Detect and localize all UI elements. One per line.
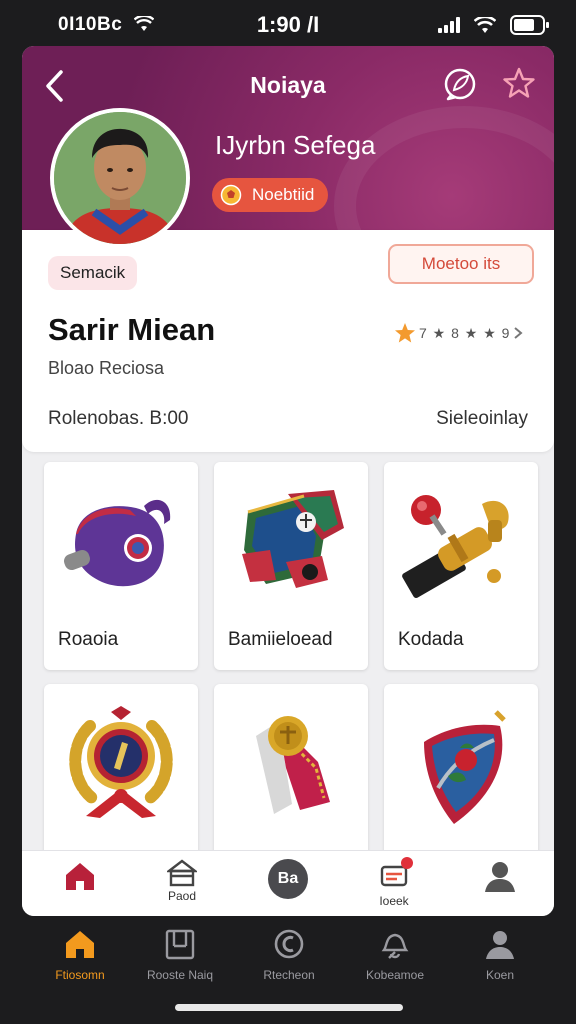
home-icon: [66, 931, 94, 958]
player-badge[interactable]: Noebtiid: [212, 178, 329, 212]
banner-icon: [242, 490, 344, 588]
nav-home[interactable]: Ftiosomn: [30, 928, 130, 988]
chat-leaf-icon: [444, 68, 476, 101]
home-indicator[interactable]: [175, 1004, 403, 1011]
wifi-icon: [474, 16, 496, 33]
battery-icon: [510, 15, 549, 35]
nav-label: Koen: [485, 968, 515, 982]
app-card: Noiaya IJyrbn Sefega Noebtiid Semacik Mo…: [22, 46, 554, 916]
inner-tab-bar: Paod Ba Ioeek: [22, 850, 554, 916]
shield-icon: [424, 710, 506, 824]
nav-label: Rtecheon: [263, 968, 315, 982]
inner-tab-home[interactable]: [40, 859, 120, 913]
grid-icon: [165, 929, 195, 960]
chat-button[interactable]: [442, 66, 478, 102]
grid-item-label: Bamiieloead: [228, 629, 333, 650]
item-info: Semacik Moetoo its Sarir Miean 7 ★ 8 ★ ★…: [22, 230, 554, 452]
center-icon: Ba: [268, 859, 308, 899]
bag-icon: [64, 499, 171, 587]
inner-tab-label: Ba: [277, 870, 299, 887]
nav-label: Kobeamoe: [365, 968, 425, 982]
inbox-icon-wrap: [379, 857, 413, 892]
nav-person[interactable]: Koen: [450, 928, 550, 988]
item-meta: Rolenobas. B:00: [48, 408, 189, 429]
grid-item-bag[interactable]: Roaoia: [44, 462, 198, 670]
person-icon: [486, 931, 514, 959]
item-title: Sarir Miean: [48, 312, 216, 347]
store-icon: [167, 859, 197, 887]
inner-tab-profile[interactable]: [460, 859, 540, 913]
item-status: Sieleoinlay: [436, 408, 528, 429]
nav-grid[interactable]: Rooste Naiq: [130, 928, 230, 988]
profile-icon: [485, 862, 515, 892]
inner-tab-label: Ioeek: [379, 894, 409, 908]
nav-rocket[interactable]: Rtecheon: [239, 928, 339, 988]
grid-item-label: Kodada: [398, 629, 464, 650]
nav-bell[interactable]: Kobeamoe: [345, 928, 445, 988]
player-name: IJyrbn Sefega: [215, 130, 376, 160]
nav-label: Ftiosomn: [55, 968, 105, 982]
player-avatar[interactable]: [50, 108, 190, 248]
signal-icon: [438, 17, 460, 33]
grid-item-label: Roaoia: [58, 629, 119, 650]
chevron-right-icon: [514, 327, 524, 339]
inner-tab-label: Paod: [167, 889, 197, 903]
trophy-icon: [402, 495, 509, 599]
rocket-icon: [274, 929, 304, 959]
inner-tab-store[interactable]: Paod: [142, 859, 222, 913]
status-bar: 0I10Bc 1:90 /I: [0, 0, 576, 46]
favorite-button[interactable]: [502, 66, 538, 102]
star-icon: [395, 323, 415, 343]
inner-tab-inbox[interactable]: Ioeek: [354, 857, 434, 913]
grid-item-banner[interactable]: Bamiieloead: [214, 462, 368, 670]
screen: 0I10Bc 1:90 /I Noiaya IJyrbn Sefega Noeb…: [0, 0, 576, 1024]
football-icon: [220, 184, 242, 206]
category-chip[interactable]: Semacik: [48, 256, 138, 290]
more-items-button[interactable]: Moetoo its: [388, 244, 534, 284]
ribbon-medal-icon: [256, 716, 330, 814]
nav-label: Rooste Naiq: [146, 968, 214, 982]
home-icon: [66, 863, 94, 890]
bell-icon: [381, 933, 409, 959]
player-badge-label: Noebtiid: [252, 185, 315, 204]
status-right: [438, 15, 550, 35]
grid-item-trophy[interactable]: Kodada: [384, 462, 538, 670]
rating[interactable]: 7 ★ 8 ★ ★ 9: [394, 322, 524, 344]
rating-text: 7 ★ 8 ★ ★ 9: [419, 324, 511, 341]
inner-tab-center[interactable]: Ba: [248, 859, 328, 913]
star-outline-icon: [503, 67, 535, 98]
notification-dot: [401, 857, 413, 869]
item-subtitle: Bloao Reciosa: [48, 358, 165, 378]
medal-wreath-icon: [69, 706, 173, 818]
player-photo: [54, 112, 186, 244]
